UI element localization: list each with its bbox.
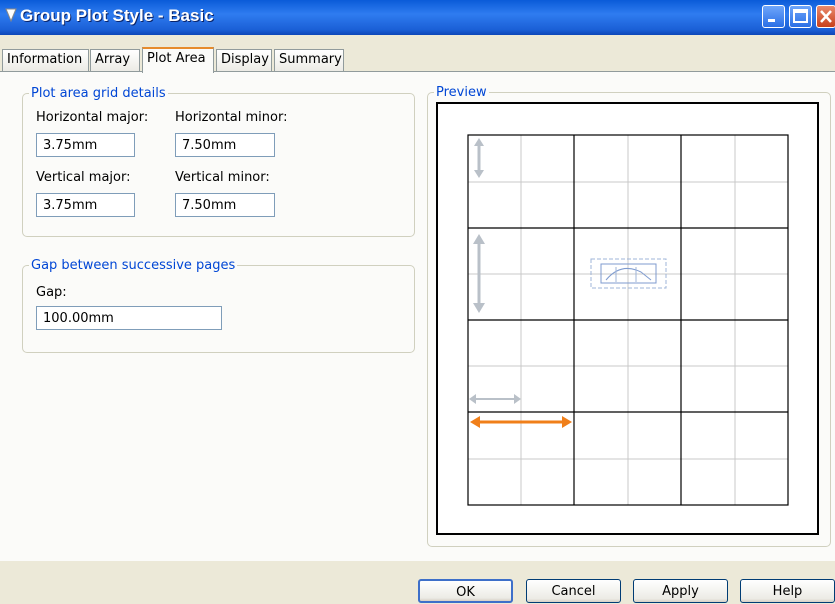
window-title: Group Plot Style - Basic <box>20 6 214 25</box>
gap-input[interactable] <box>36 306 222 330</box>
vertical-minor-input[interactable] <box>175 193 275 217</box>
horizontal-minor-input[interactable] <box>175 133 275 157</box>
gap-group-legend: Gap between successive pages <box>31 258 236 273</box>
maximize-button[interactable] <box>789 5 812 28</box>
cancel-button[interactable]: Cancel <box>526 579 621 603</box>
maximize-icon <box>793 9 808 23</box>
minimize-icon <box>768 19 775 22</box>
vertical-minor-arrow-icon <box>474 138 484 178</box>
tab-summary[interactable]: Summary <box>274 49 344 71</box>
minimize-button[interactable] <box>762 5 785 28</box>
horizontal-minor-label: Horizontal minor: <box>175 110 288 125</box>
vertical-major-label: Vertical major: <box>36 170 131 185</box>
horizontal-major-label: Horizontal major: <box>36 110 149 125</box>
tab-information[interactable]: Information <box>2 49 89 71</box>
grid-details-legend: Plot area grid details <box>31 86 166 101</box>
close-icon <box>820 10 832 23</box>
horizontal-major-input[interactable] <box>36 133 135 157</box>
title-bar: Group Plot Style - Basic <box>0 0 835 35</box>
preview-legend: Preview <box>436 85 487 100</box>
tab-plot-area[interactable]: Plot Area <box>142 47 214 73</box>
preview-canvas <box>467 134 789 506</box>
tab-array[interactable]: Array <box>90 49 140 71</box>
vertical-minor-label: Vertical minor: <box>175 170 270 185</box>
horizontal-minor-arrow-icon <box>469 394 521 404</box>
close-button[interactable] <box>816 5 835 28</box>
vertical-major-input[interactable] <box>36 193 135 217</box>
app-icon <box>5 8 17 23</box>
help-button[interactable]: Help <box>740 579 835 603</box>
apply-button[interactable]: Apply <box>633 579 728 603</box>
gap-label: Gap: <box>36 285 67 300</box>
ok-button[interactable]: OK <box>418 579 513 603</box>
tab-display[interactable]: Display <box>216 49 272 71</box>
tab-strip: Information Array Plot Area Display Summ… <box>0 47 835 73</box>
